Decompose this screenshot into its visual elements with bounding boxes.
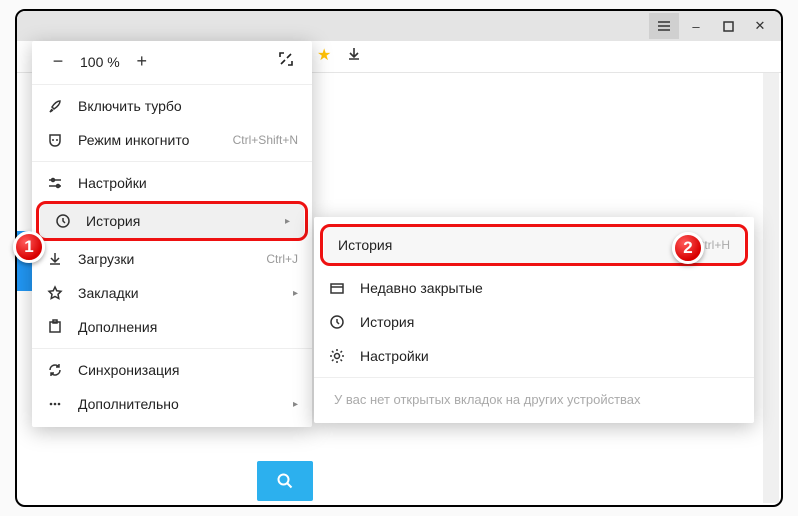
- hotkey: Ctrl+Shift+N: [233, 133, 298, 147]
- menu-label: Недавно закрытые: [360, 280, 740, 296]
- zoom-in-button[interactable]: +: [130, 51, 154, 72]
- menu-item-turbo[interactable]: Включить турбо: [32, 89, 312, 123]
- menu-label: Включить турбо: [78, 98, 298, 114]
- zoom-value: 100 %: [80, 54, 120, 70]
- star-icon[interactable]: ★: [317, 45, 331, 65]
- chevron-right-icon: ▸: [293, 399, 298, 410]
- menu-label: Загрузки: [78, 251, 266, 267]
- chevron-right-icon: ▸: [293, 288, 298, 299]
- menu-item-sync[interactable]: Синхронизация: [32, 353, 312, 387]
- separator: [32, 348, 312, 349]
- no-tabs-note: У вас нет открытых вкладок на других уст…: [314, 382, 754, 415]
- menu-label: Настройки: [360, 348, 740, 364]
- clock-icon: [328, 313, 346, 331]
- addons-icon: [46, 318, 64, 336]
- sliders-icon: [46, 174, 64, 192]
- window-controls: – ✕: [649, 11, 775, 41]
- fullscreen-icon[interactable]: [274, 51, 298, 72]
- menu-item-bookmarks[interactable]: Закладки ▸: [32, 276, 312, 310]
- menu-label: История: [338, 237, 696, 253]
- submenu-item-recent[interactable]: Недавно закрытые: [314, 271, 754, 305]
- menu-label: Синхронизация: [78, 362, 298, 378]
- menu-label: Настройки: [78, 175, 298, 191]
- download-icon: [46, 250, 64, 268]
- menu-item-settings[interactable]: Настройки: [32, 166, 312, 200]
- menu-label: История: [86, 213, 279, 229]
- minimize-button[interactable]: –: [681, 13, 711, 39]
- maximize-button[interactable]: [713, 13, 743, 39]
- dots-icon: [46, 395, 64, 413]
- annotation-badge-1: 1: [13, 231, 45, 263]
- hotkey: Ctrl+J: [266, 252, 298, 266]
- menu-label: История: [360, 314, 740, 330]
- rocket-icon: [46, 97, 64, 115]
- search-button[interactable]: [257, 461, 313, 501]
- menu-label: Дополнения: [78, 319, 298, 335]
- hamburger-icon[interactable]: [649, 13, 679, 39]
- mask-icon: [46, 131, 64, 149]
- separator: [32, 84, 312, 85]
- menu-item-incognito[interactable]: Режим инкогнито Ctrl+Shift+N: [32, 123, 312, 157]
- submenu-item-settings[interactable]: Настройки: [314, 339, 754, 373]
- menu-item-history[interactable]: История ▸: [40, 204, 304, 238]
- close-button[interactable]: ✕: [745, 13, 775, 39]
- menu-item-more[interactable]: Дополнительно ▸: [32, 387, 312, 421]
- tab-icon: [328, 279, 346, 297]
- title-bar: – ✕: [17, 11, 781, 41]
- menu-item-downloads[interactable]: Загрузки Ctrl+J: [32, 242, 312, 276]
- annotation-badge-2: 2: [672, 232, 704, 264]
- download-indicator-icon[interactable]: [347, 47, 361, 64]
- clock-icon: [54, 212, 72, 230]
- zoom-controls: − 100 % +: [32, 41, 312, 80]
- scrollbar[interactable]: [763, 73, 779, 503]
- browser-window: – ✕ ★ − 100 % + Включить: [15, 9, 783, 507]
- menu-item-history-highlight: История ▸: [40, 204, 304, 238]
- sync-icon: [46, 361, 64, 379]
- separator: [32, 161, 312, 162]
- star-outline-icon: [46, 284, 64, 302]
- chevron-right-icon: ▸: [285, 216, 290, 227]
- zoom-out-button[interactable]: −: [46, 51, 70, 72]
- submenu-item-history[interactable]: История: [314, 305, 754, 339]
- menu-label: Дополнительно: [78, 396, 287, 412]
- gear-icon: [328, 347, 346, 365]
- menu-label: Закладки: [78, 285, 287, 301]
- main-menu: − 100 % + Включить турбо Режим инкогнито…: [32, 41, 312, 427]
- menu-label: Режим инкогнито: [78, 132, 233, 148]
- menu-item-addons[interactable]: Дополнения: [32, 310, 312, 344]
- separator: [314, 377, 754, 378]
